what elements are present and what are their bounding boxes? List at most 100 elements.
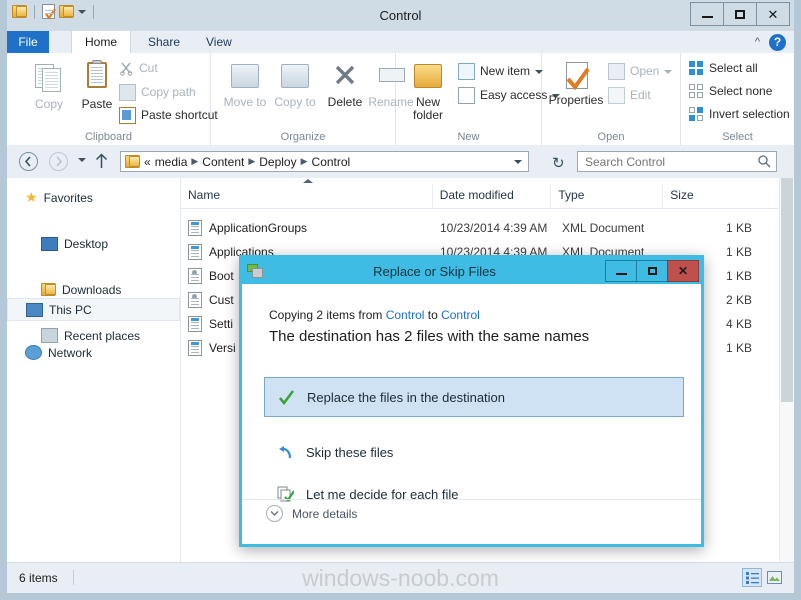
paste-label: Paste (81, 97, 113, 111)
tab-view[interactable]: View (193, 31, 245, 53)
option-replace-files[interactable]: Replace the files in the destination (264, 377, 684, 417)
destination-link[interactable]: Control (441, 308, 480, 322)
divider (242, 499, 701, 500)
large-icons-view-button[interactable] (764, 568, 784, 587)
close-button[interactable]: ✕ (756, 2, 790, 26)
breadcrumb-separator-icon[interactable]: ▶ (248, 156, 255, 167)
item-count: 6 items (19, 571, 58, 585)
source-link[interactable]: Control (386, 308, 425, 322)
divider (73, 570, 74, 585)
xml-document-icon (188, 340, 202, 356)
copy-to-label: Copy to (274, 95, 316, 109)
option-skip-files[interactable]: Skip these files (264, 432, 684, 472)
dialog-close-button[interactable]: ✕ (667, 260, 699, 282)
scrollbar-thumb[interactable] (781, 178, 793, 402)
up-button[interactable] (95, 153, 108, 172)
scissors-icon (119, 61, 134, 76)
paste-shortcut-icon (119, 107, 136, 124)
invert-selection-button[interactable]: Invert selection (689, 107, 790, 122)
tab-share[interactable]: Share (135, 31, 193, 53)
dialog-minimize-button[interactable] (605, 260, 636, 282)
table-row[interactable]: ApplicationGroups 10/23/2014 4:39 AM XML… (181, 216, 780, 240)
xml-document-icon (188, 244, 202, 260)
search-box[interactable] (577, 151, 777, 172)
copy-files-icon (247, 263, 264, 279)
address-toolbar: « media ▶ Content ▶ Deploy ▶ Control ↻ (7, 145, 794, 178)
dialog-title-bar: Replace or Skip Files ✕ (242, 258, 701, 284)
collapse-ribbon-icon[interactable]: ^ (755, 36, 760, 48)
properties-icon (560, 60, 592, 94)
option-label: Replace the files in the destination (307, 389, 506, 405)
tab-file[interactable]: File (7, 31, 49, 53)
minimize-button[interactable] (690, 2, 723, 26)
more-details-button[interactable]: More details (266, 505, 357, 522)
xml-document-icon (188, 220, 202, 236)
paste-shortcut-button[interactable]: Paste shortcut (119, 107, 218, 124)
new-folder-label: New folder (412, 95, 444, 122)
sidebar-item-network[interactable]: Network (7, 341, 92, 364)
group-label-organize: Organize (280, 131, 326, 143)
maximize-button[interactable] (723, 2, 756, 26)
select-all-button[interactable]: Select all (689, 61, 758, 76)
refresh-button[interactable]: ↻ (552, 154, 565, 172)
navigation-pane: ★ Favorites Desktop Downloads Recent pla… (7, 178, 181, 563)
select-all-label: Select all (709, 61, 758, 75)
breadcrumb-deploy[interactable]: Deploy (259, 155, 296, 169)
group-label-new: New (457, 131, 480, 143)
group-label-select: Select (722, 131, 753, 143)
invert-selection-icon (689, 107, 704, 122)
sidebar-item-label: Favorites (43, 190, 93, 205)
column-header-date-modified[interactable]: Date modified (433, 184, 552, 208)
sidebar-item-favorites[interactable]: ★ Favorites (7, 186, 180, 209)
ribbon-tabs: File Home Share View ^ ? (7, 31, 794, 53)
breadcrumb-prefix[interactable]: « (144, 155, 151, 169)
ribbon-group-open: Properties Open Edit Open (542, 53, 681, 145)
group-label-clipboard: Clipboard (84, 131, 133, 143)
select-none-button[interactable]: Select none (689, 84, 772, 99)
sidebar-item-this-pc[interactable]: This PC (7, 298, 180, 321)
recent-locations-button[interactable] (78, 158, 86, 162)
dialog-body: Copying 2 items from Control to Control … (242, 284, 701, 544)
sidebar-item-label: Desktop (64, 236, 109, 251)
breadcrumb-media[interactable]: media (155, 155, 188, 169)
group-label-open: Open (597, 131, 625, 143)
column-header-name[interactable]: Name (181, 179, 433, 208)
address-dropdown-icon[interactable] (514, 159, 522, 164)
open-icon (608, 63, 625, 80)
column-headers: Name Date modified Type Size (181, 179, 780, 209)
edit-button[interactable]: Edit (608, 87, 651, 104)
replace-or-skip-dialog: Replace or Skip Files ✕ Copying 2 items … (239, 255, 704, 547)
back-button[interactable] (19, 152, 38, 171)
breadcrumb-separator-icon[interactable]: ▶ (301, 156, 308, 167)
forward-button[interactable] (49, 152, 68, 171)
network-icon (25, 345, 42, 360)
file-name: Boot (209, 269, 234, 283)
close-icon: ✕ (767, 6, 779, 22)
select-none-label: Select none (709, 84, 773, 98)
help-icon[interactable]: ? (769, 34, 786, 51)
delete-icon (329, 60, 361, 94)
breadcrumb-content[interactable]: Content (202, 155, 244, 169)
column-header-type[interactable]: Type (551, 184, 664, 208)
address-bar[interactable]: « media ▶ Content ▶ Deploy ▶ Control (120, 151, 529, 172)
new-item-button[interactable]: New item (458, 63, 544, 80)
details-view-button[interactable] (742, 568, 762, 587)
breadcrumb-separator-icon[interactable]: ▶ (191, 156, 198, 167)
search-input[interactable] (583, 153, 758, 170)
vertical-scrollbar[interactable] (779, 178, 794, 563)
sidebar-item-desktop[interactable]: Desktop (7, 232, 180, 255)
cut-button[interactable]: Cut (119, 61, 158, 76)
sort-ascending-icon (303, 179, 313, 183)
copy-path-icon (119, 84, 136, 101)
chevron-down-icon[interactable] (664, 69, 673, 74)
breadcrumb-control[interactable]: Control (312, 155, 351, 169)
file-name: ApplicationGroups (209, 221, 308, 235)
file-name: Cust (209, 293, 234, 307)
tab-home[interactable]: Home (71, 31, 132, 53)
copy-path-button[interactable]: Copy path (119, 84, 196, 101)
dialog-maximize-button[interactable] (636, 260, 667, 282)
select-all-icon (689, 61, 704, 76)
column-header-size[interactable]: Size (663, 184, 780, 208)
open-button[interactable]: Open (608, 63, 673, 80)
copying-middle: to (424, 308, 442, 322)
